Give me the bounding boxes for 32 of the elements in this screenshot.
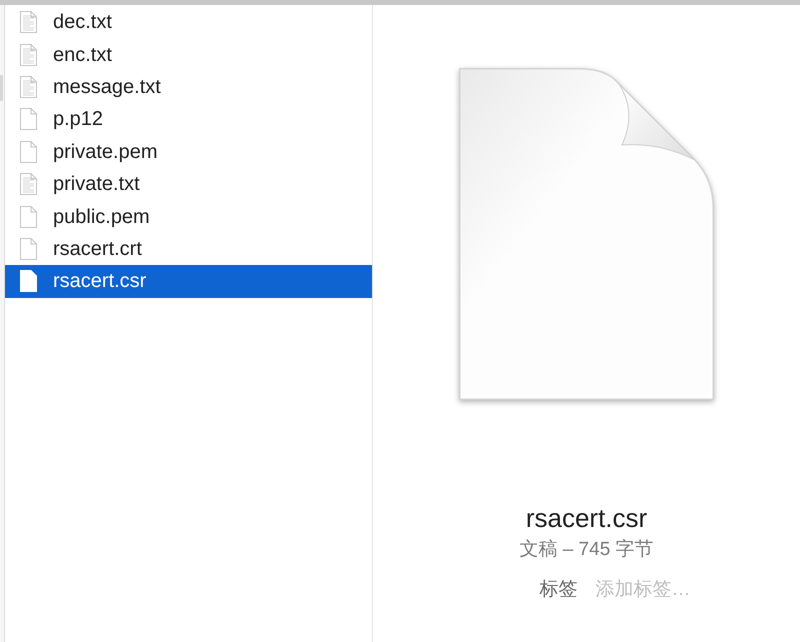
file-icon [20,108,37,130]
file-list-item[interactable]: private.txt [5,168,372,200]
file-name: rsacert.crt [53,238,142,259]
file-name: private.pem [53,142,158,162]
file-icon [20,238,37,260]
text-file-icon [20,11,37,34]
file-list-item[interactable]: dec.txt [5,6,372,38]
preview-file-info: 文稿 – 745 字节 [519,538,654,562]
text-file-icon [20,76,37,98]
file-name: enc.txt [53,44,112,65]
tags-field[interactable]: 添加标签… [596,578,756,602]
file-list-item[interactable]: message.txt [5,70,372,104]
file-icon [20,206,37,228]
file-list-item[interactable]: rsacert.csr [5,265,372,298]
document-icon [459,68,714,400]
file-name: p.p12 [53,109,104,130]
file-list-item[interactable]: p.p12 [5,103,372,136]
file-list-item[interactable]: enc.txt [5,38,372,71]
file-name: public.pem [53,206,150,227]
file-list-item[interactable]: public.pem [5,200,372,233]
file-name: rsacert.csr [53,271,146,292]
text-file-icon [20,173,37,196]
file-icon [20,270,37,292]
file-list-item[interactable]: rsacert.crt [5,232,372,266]
tags-label: 标签 [540,578,578,602]
file-icon [20,140,37,163]
file-name: dec.txt [53,12,112,32]
file-list-item[interactable]: private.pem [5,136,372,168]
file-name: message.txt [53,76,161,97]
file-name: private.txt [53,174,140,194]
text-file-icon [20,44,37,66]
preview-file-name: rsacert.csr [526,502,648,534]
